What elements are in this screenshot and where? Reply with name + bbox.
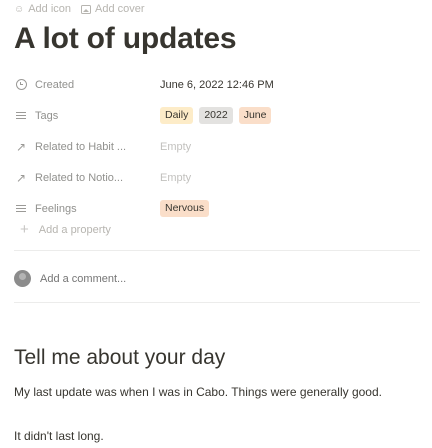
empty-value: Empty: [160, 171, 192, 184]
property-key-related-notion[interactable]: ↗ Related to Notio...: [14, 172, 154, 184]
property-row-created[interactable]: Created June 6, 2022 12:46 PM: [14, 69, 420, 100]
relation-arrow-icon: ↗: [15, 171, 27, 184]
property-value-related-habit[interactable]: Empty: [160, 141, 191, 153]
property-name: Tags: [35, 109, 59, 122]
empty-value: Empty: [160, 140, 192, 153]
property-key-feelings[interactable]: Feelings: [14, 203, 154, 215]
property-row-related-notion[interactable]: ↗ Related to Notio... Empty: [14, 162, 420, 193]
list-icon: [16, 111, 26, 120]
content-paragraph[interactable]: My last update was when I was in Cabo. T…: [14, 383, 420, 401]
page-title[interactable]: A lot of updates: [14, 22, 237, 56]
property-value-related-notion[interactable]: Empty: [160, 172, 191, 184]
image-icon: [81, 4, 92, 14]
property-key-tags[interactable]: Tags: [14, 110, 154, 122]
tag-nervous[interactable]: Nervous: [160, 200, 210, 217]
add-icon-label: Add icon: [28, 3, 72, 15]
add-cover-button[interactable]: Add cover: [81, 3, 145, 15]
property-value-tags[interactable]: Daily 2022 June: [160, 107, 272, 124]
add-cover-label: Add cover: [95, 3, 145, 15]
add-icon-button[interactable]: ☺ Add icon: [14, 3, 71, 15]
smiley-icon: ☺: [14, 3, 25, 15]
property-row-tags[interactable]: Tags Daily 2022 June: [14, 100, 420, 131]
properties-panel: Created June 6, 2022 12:46 PM Tags Daily…: [14, 69, 420, 224]
content-paragraph[interactable]: It didn't last long.: [14, 427, 420, 445]
comment-input[interactable]: [40, 272, 340, 285]
avatar: [14, 270, 31, 287]
property-row-related-habit[interactable]: ↗ Related to Habit ... Empty: [14, 131, 420, 162]
tag-2022[interactable]: 2022: [199, 107, 233, 124]
page-header-actions: ☺ Add icon Add cover: [14, 0, 145, 18]
created-date: June 6, 2022 12:46 PM: [160, 78, 274, 91]
add-property-label: Add a property: [38, 223, 111, 236]
comment-composer: [14, 270, 340, 287]
property-value-created: June 6, 2022 12:46 PM: [160, 79, 274, 91]
content-heading[interactable]: Tell me about your day: [14, 346, 225, 370]
add-property-button[interactable]: + Add a property: [20, 222, 111, 237]
clock-icon: [15, 79, 27, 90]
tag-daily[interactable]: Daily: [160, 107, 194, 124]
divider: [14, 302, 420, 303]
plus-icon: +: [20, 221, 29, 238]
property-name: Related to Habit ...: [35, 140, 127, 153]
divider: [14, 250, 420, 251]
property-value-feelings[interactable]: Nervous: [160, 200, 210, 217]
property-name: Created: [35, 78, 75, 91]
tag-june[interactable]: June: [238, 107, 272, 124]
list-icon: [16, 204, 26, 213]
property-key-related-habit[interactable]: ↗ Related to Habit ...: [14, 141, 154, 153]
property-key-created[interactable]: Created: [14, 79, 154, 91]
property-name: Feelings: [35, 202, 77, 215]
relation-arrow-icon: ↗: [15, 140, 27, 153]
property-name: Related to Notio...: [35, 171, 124, 184]
property-row-feelings[interactable]: Feelings Nervous: [14, 193, 420, 224]
